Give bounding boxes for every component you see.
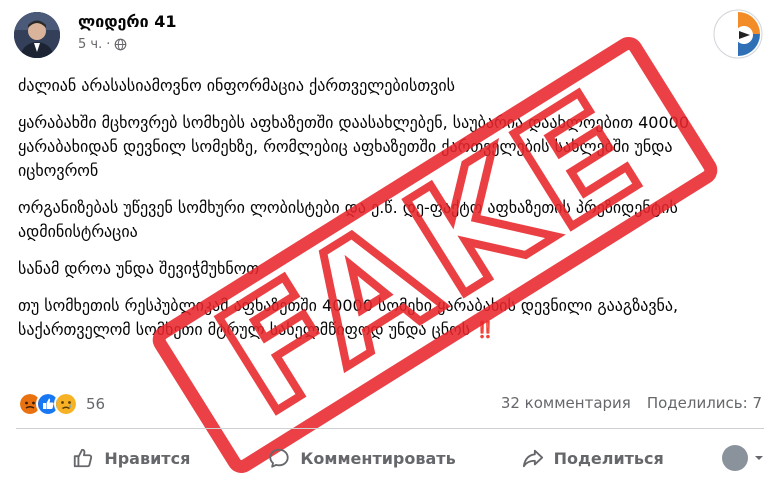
page-name[interactable]: ლიდერი 41 — [78, 12, 176, 31]
share-label: Поделиться — [553, 448, 664, 468]
globe-icon — [115, 38, 127, 51]
source-logo — [712, 8, 764, 60]
sad-reaction-icon — [54, 392, 78, 416]
shares-count[interactable]: Поделились: 7 — [647, 394, 762, 412]
like-button[interactable]: Нравится — [16, 447, 247, 469]
post-paragraph: ყარაბახში მცხოვრებ სომხებს აფხაზეთში დაა… — [18, 113, 689, 180]
post-text: ძალიან არასასიამოვნო ინფორმაცია ქართველე… — [18, 74, 718, 355]
post-timestamp[interactable]: 5 ч. — [78, 37, 102, 52]
post-paragraph: ძალიან არასასიამოვნო ინფორმაცია ქართველე… — [18, 76, 455, 95]
avatar-person-icon — [14, 12, 60, 58]
comment-label: Комментировать — [300, 448, 456, 468]
post-paragraph: სანამ დროა უნდა შევიჭმუხნოთ — [18, 259, 260, 278]
thumbs-up-icon — [74, 448, 93, 468]
post-paragraph: თუ სომხეთის რესპუბლიკამ აფხაზეთში 40000 … — [18, 294, 718, 342]
actions-divider — [16, 428, 764, 429]
post-paragraph-text: თუ სომხეთის რესპუბლიკამ აფხაზეთში 40000 … — [18, 296, 679, 339]
share-button[interactable]: Поделиться — [477, 447, 708, 469]
engagement-counts: 32 комментария Поделились: 7 — [501, 394, 762, 412]
caret-down-icon — [755, 456, 764, 460]
reaction-count[interactable]: 56 — [86, 395, 105, 413]
page-avatar[interactable] — [14, 12, 60, 58]
profile-avatar-small — [722, 445, 749, 471]
double-exclamation-icon: ‼️ — [475, 320, 496, 339]
action-bar: Нравится Комментировать Поделиться — [16, 438, 764, 478]
meta-dot: · — [106, 37, 111, 52]
post-paragraph: ორგანიზებას უწევენ სომხური ლობისტები და … — [18, 198, 678, 241]
post-meta: 5 ч. · — [78, 37, 127, 52]
reaction-summary[interactable]: 56 — [18, 392, 105, 416]
comments-count[interactable]: 32 комментария — [501, 394, 631, 412]
source-logo-icon — [713, 9, 763, 59]
share-arrow-icon — [522, 449, 543, 468]
like-label: Нравится — [104, 448, 191, 468]
comment-bubble-icon — [269, 448, 289, 468]
comment-button[interactable]: Комментировать — [247, 447, 478, 469]
audience-selector[interactable] — [708, 445, 764, 471]
